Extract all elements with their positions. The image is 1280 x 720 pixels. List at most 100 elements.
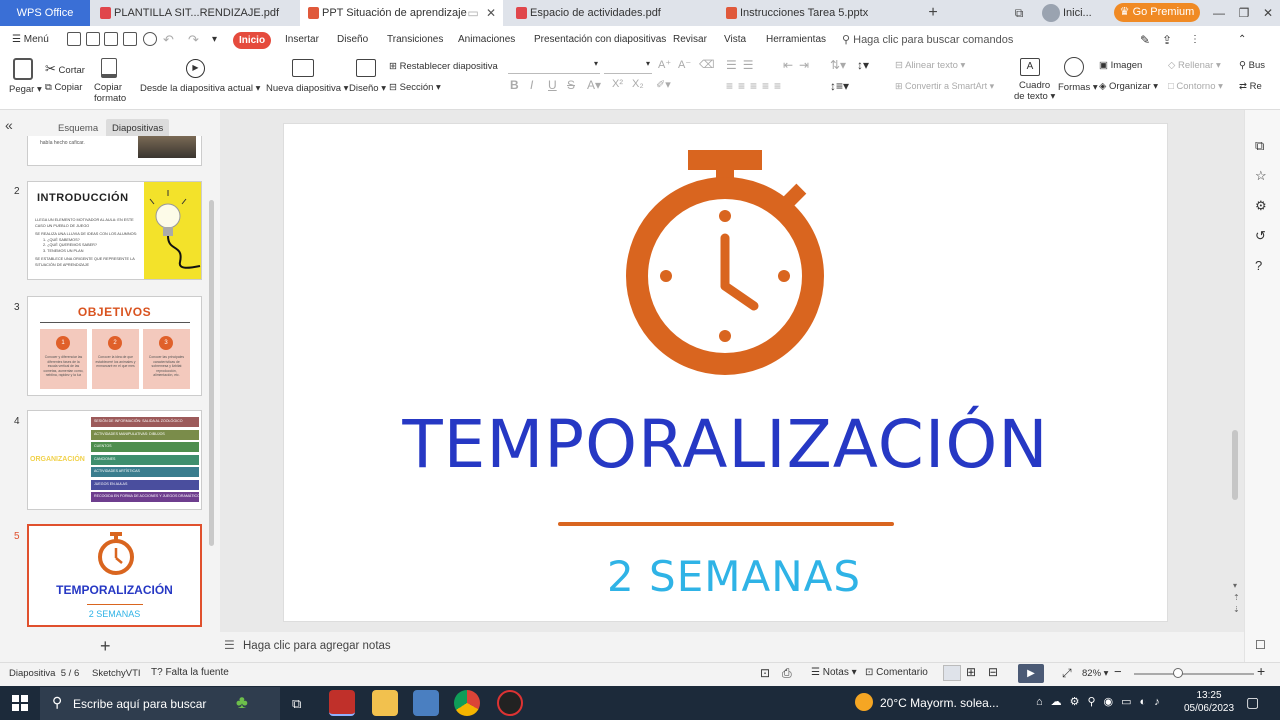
paste-button[interactable]: Pegar ▾ — [9, 84, 42, 95]
wps-office-tab[interactable]: WPS Office — [0, 0, 90, 26]
format-painter-icon[interactable] — [101, 58, 117, 78]
align-text-button[interactable]: ⊟ Alinear texto ▾ — [895, 60, 965, 71]
properties-icon[interactable]: ⚙ — [1255, 198, 1267, 214]
font-color-icon[interactable]: A▾ — [587, 78, 601, 92]
line-spacing-icon[interactable]: ↕▾ — [857, 58, 869, 72]
tab-esquema[interactable]: Esquema — [58, 123, 98, 134]
wps-taskbar-icon[interactable] — [329, 690, 355, 716]
slide-thumbnail-2[interactable]: INTRODUCCIÓN LLEGA UN ELEMENTO MOTIVADOR… — [27, 181, 202, 280]
strikethrough-icon[interactable]: S — [567, 78, 575, 92]
tab-instrucciones[interactable]: Instrucciones Tarea 5.pptx — [718, 0, 918, 26]
notes-pane[interactable]: ☰ Haga clic para agregar notas — [220, 632, 1232, 660]
bold-icon[interactable]: B — [510, 78, 519, 92]
chrome-icon[interactable] — [454, 690, 480, 716]
export-pdf-icon[interactable] — [104, 32, 118, 46]
float-window-icon[interactable]: ▭ — [466, 0, 480, 26]
from-current-slide-button[interactable]: Desde la diapositiva actual ▾ — [140, 83, 260, 94]
text-direction-icon[interactable]: ⇅▾ — [830, 58, 846, 72]
find-button[interactable]: ⚲ Bus — [1239, 60, 1265, 71]
slide-subtitle[interactable]: 2 SEMANAS — [284, 552, 1184, 601]
format-painter-button[interactable]: Copiar formato — [94, 82, 126, 104]
zoom-slider-handle[interactable] — [1173, 668, 1183, 678]
play-icon[interactable]: ▶ — [186, 59, 205, 78]
open-folder-icon[interactable] — [67, 32, 81, 46]
print-icon[interactable] — [123, 32, 137, 46]
collapse-panel-icon[interactable]: « — [5, 117, 13, 133]
tab-espacio-actividades[interactable]: Espacio de actividades.pdf — [508, 0, 713, 26]
prev-next-slide-buttons[interactable]: ▾ ⇡ ⇣ — [1233, 580, 1240, 616]
italic-icon[interactable]: I — [530, 78, 533, 92]
task-view-icon[interactable]: ⧉ — [292, 696, 301, 712]
redo-icon[interactable]: ↷ — [188, 26, 199, 54]
new-tab-button[interactable]: + — [920, 0, 946, 26]
font-family-select[interactable]: ▾ — [508, 58, 600, 74]
share-icon[interactable]: ⇪ — [1162, 26, 1172, 54]
theme-name[interactable]: SketchyVTI — [92, 668, 141, 679]
taskbar-search[interactable]: ⚲ Escribe aquí para buscar ♣ — [40, 687, 280, 720]
format-icon[interactable]: ⎙ — [782, 666, 792, 681]
list-icons[interactable]: ☰☰ — [726, 58, 760, 72]
new-slide-icon[interactable] — [292, 59, 314, 77]
close-window-icon[interactable]: ✕ — [1255, 0, 1280, 26]
close-tab-icon[interactable]: ✕ — [484, 0, 498, 26]
help-icon[interactable]: ? — [1255, 258, 1262, 273]
window-list-icon[interactable]: ⧉ — [1006, 0, 1032, 26]
current-slide[interactable]: TEMPORALIZACIÓN 2 SEMANAS — [283, 123, 1168, 622]
notes-button[interactable]: ☰ Notas ▾ — [811, 667, 857, 678]
normal-view-icon[interactable] — [943, 665, 961, 681]
zoom-in-icon[interactable]: + — [1257, 663, 1265, 679]
layout-icon[interactable] — [356, 59, 376, 77]
subscript-icon[interactable]: X₂ — [632, 78, 644, 90]
text-box-icon[interactable]: A — [1020, 58, 1040, 76]
clear-format-icon[interactable]: ⌫ — [699, 58, 715, 71]
font-grow-icon[interactable]: A⁺ — [658, 58, 671, 71]
animation-icon[interactable]: ☆ — [1255, 168, 1267, 184]
zoom-out-icon[interactable]: − — [1114, 664, 1122, 679]
slide-thumbnail-1[interactable]: había hecho caficar. — [27, 136, 202, 166]
zoom-level[interactable]: 82% ▾ — [1082, 668, 1108, 679]
section-button[interactable]: ⊟ Sección ▾ — [389, 82, 441, 93]
paragraph-spacing-icon[interactable]: ↕≡▾ — [830, 79, 849, 93]
slide-scrollbar[interactable] — [1232, 430, 1238, 500]
reset-slide-button[interactable]: ⊞ Restablecer diapositiva — [389, 61, 498, 72]
play-slideshow-button[interactable]: ▶ — [1018, 664, 1044, 683]
shapes-icon[interactable] — [1064, 57, 1084, 77]
tab-insertar[interactable]: Insertar — [285, 26, 319, 54]
history-icon[interactable]: ↺ — [1255, 228, 1266, 244]
shapes-button[interactable]: Formas ▾ — [1058, 82, 1098, 93]
notifications-icon[interactable]: ▢ — [1246, 694, 1259, 711]
tab-inicio[interactable]: Inicio — [233, 32, 271, 49]
tab-transiciones[interactable]: Transiciones — [387, 26, 443, 54]
fit-slide-icon[interactable]: ⊡ — [760, 666, 770, 680]
weather-text[interactable]: 20°C Mayorm. solea... — [880, 696, 999, 710]
calculator-icon[interactable] — [413, 690, 439, 716]
tab-diseno[interactable]: Diseño — [337, 26, 368, 54]
collapse-ribbon-icon[interactable]: ⌃ — [1238, 26, 1246, 54]
slide-sorter-icon[interactable]: ⊞ — [966, 665, 976, 679]
fill-button[interactable]: ◇ Rellenar ▾ — [1168, 60, 1221, 71]
tab-herramientas[interactable]: Herramientas — [766, 26, 826, 54]
highlight-icon[interactable]: ✐▾ — [656, 78, 671, 91]
copy-button[interactable]: ⧉ Copiar — [45, 82, 82, 93]
file-explorer-icon[interactable] — [372, 690, 398, 716]
command-search[interactable]: ⚲ Haga clic para buscar comandos — [842, 26, 1013, 54]
chat-icon[interactable]: ☐ — [1255, 638, 1266, 652]
tab-presentacion[interactable]: Presentación con diapositivas — [534, 26, 666, 54]
windows-start-icon[interactable] — [12, 695, 28, 714]
slide-title[interactable]: TEMPORALIZACIÓN — [284, 406, 1167, 483]
tab-revisar[interactable]: Revisar — [673, 26, 707, 54]
smartart-button[interactable]: ⊞ Convertir a SmartArt ▾ — [895, 81, 994, 92]
avatar[interactable] — [1042, 4, 1060, 22]
login-label[interactable]: Inici... — [1063, 0, 1092, 26]
quick-access-dropdown-icon[interactable]: ▾ — [212, 26, 217, 54]
menu-button[interactable]: ☰ Menú — [12, 26, 49, 54]
save-icon[interactable] — [86, 32, 100, 46]
indent-icons[interactable]: ⇤⇥ — [783, 58, 815, 72]
tab-vista[interactable]: Vista — [724, 26, 746, 54]
arrange-button[interactable]: ◈ Organizar ▾ — [1099, 81, 1158, 92]
zoom-slider[interactable] — [1134, 673, 1254, 675]
slide-thumbnail-3[interactable]: OBJETIVOS 1 Conocer y diferenciar las di… — [27, 296, 202, 396]
print-preview-icon[interactable] — [143, 32, 157, 46]
taskbar-clock[interactable]: 13:25 05/06/2023 — [1180, 689, 1238, 715]
go-premium-button[interactable]: ♛ Go Premium — [1114, 3, 1200, 22]
